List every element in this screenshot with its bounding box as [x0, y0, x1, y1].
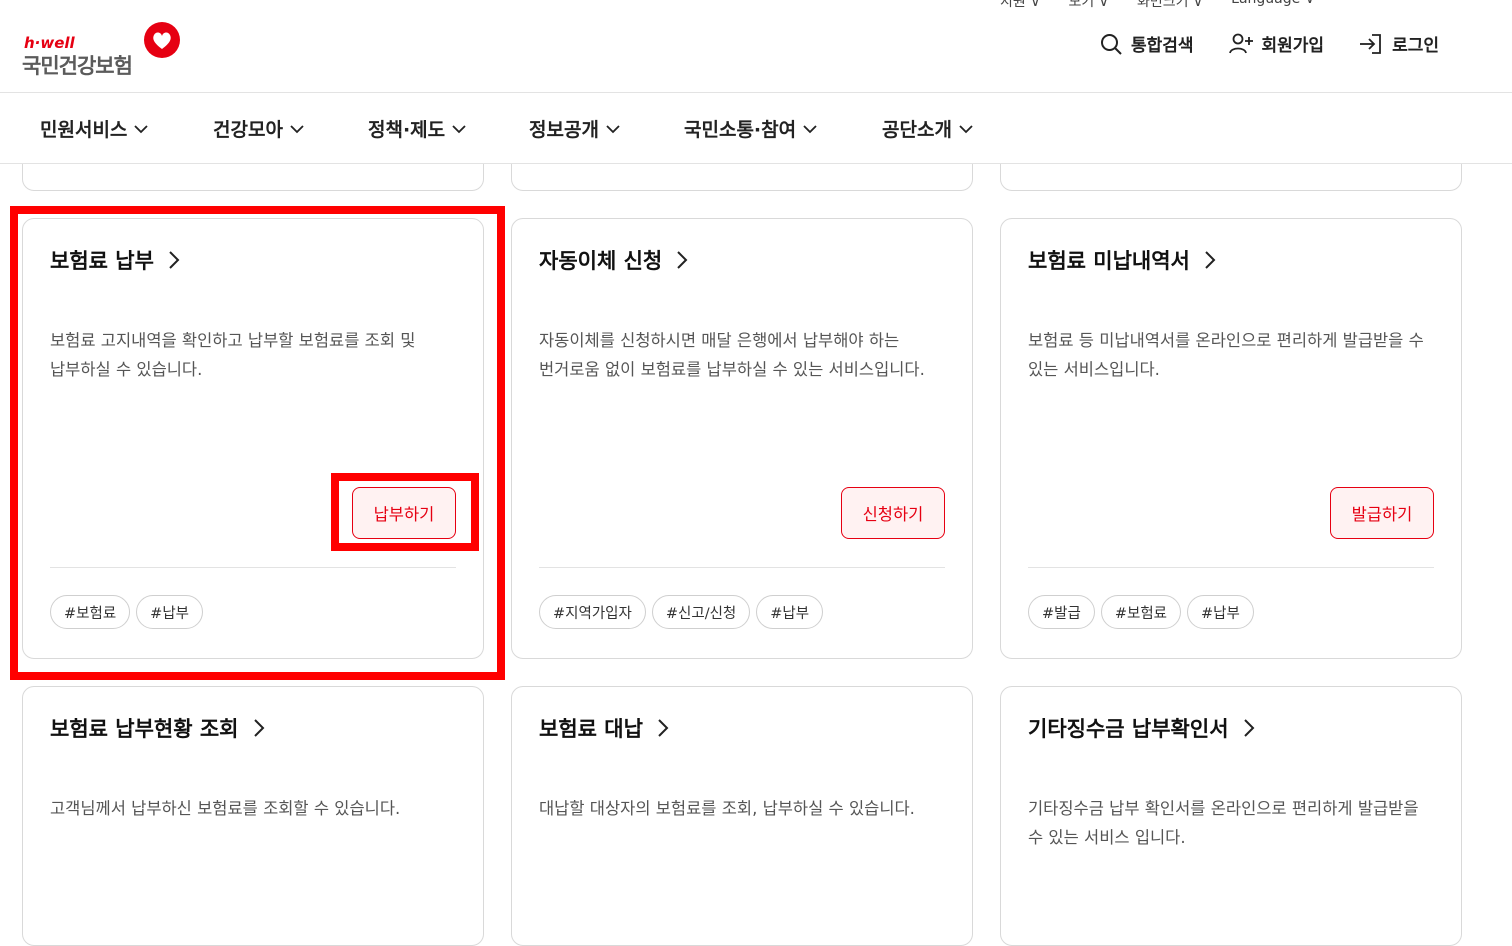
card-title: 보험료 대납 — [539, 717, 643, 741]
heart-logo-icon — [144, 22, 180, 58]
search-icon — [1100, 33, 1122, 55]
tag-chip[interactable]: #발급 — [1028, 595, 1095, 629]
card-description: 보험료 고지내역을 확인하고 납부할 보험료를 조회 및 납부하실 수 있습니다… — [50, 331, 416, 379]
nav-label: 민원서비스 — [40, 119, 128, 141]
issue-button[interactable]: 발급하기 — [1330, 487, 1434, 539]
logo[interactable]: h·well 국민건강보험 — [22, 20, 192, 80]
nav-label: 공단소개 — [882, 119, 952, 141]
card-description: 기타징수금 납부 확인서를 온라인으로 편리하게 발급받을 수 있는 서비스 입… — [1028, 799, 1419, 847]
card-title-link[interactable]: 보험료 납부현황 조회 — [50, 713, 265, 743]
card-title-link[interactable]: 보험료 미납내역서 — [1028, 245, 1216, 275]
card-description: 대납할 대상자의 보험료를 조회, 납부하실 수 있습니다. — [539, 799, 915, 818]
chevron-right-icon — [1243, 719, 1254, 737]
nav-communication[interactable]: 국민소통·참여 — [684, 115, 817, 142]
chevron-down-icon — [606, 124, 620, 133]
nav-civil-service[interactable]: 민원서비스 — [40, 115, 149, 142]
tag-chip[interactable]: #납부 — [136, 595, 204, 629]
nav-label: 국민소통·참여 — [684, 119, 797, 141]
chevron-down-icon — [959, 124, 973, 133]
login-icon — [1360, 33, 1381, 54]
chevron-down-icon — [134, 124, 149, 133]
divider — [539, 567, 945, 568]
card-title-link[interactable]: 자동이체 신청 — [539, 245, 688, 275]
main-nav-overlay: 민원서비스 건강모아 정책·제도 정보공개 국민소통·참여 공단소개 — [0, 93, 1512, 163]
card-unpaid-statement: 보험료 미납내역서 보험료 등 미납내역서를 온라인으로 편리하게 발급받을 수… — [1000, 218, 1462, 659]
nav-policy[interactable]: 정책·제도 — [368, 115, 466, 142]
card-payment-status: 보험료 납부현황 조회 고객님께서 납부하신 보험료를 조회할 수 있습니다. — [22, 686, 484, 946]
nav-health[interactable]: 건강모아 — [213, 115, 304, 142]
tag-chip[interactable]: #지역가입자 — [539, 595, 646, 629]
chevron-down-icon — [803, 124, 817, 133]
card-title: 보험료 납부 — [50, 249, 154, 273]
nav-label: 건강모아 — [213, 119, 283, 141]
card-title-link[interactable]: 기타징수금 납부확인서 — [1028, 713, 1255, 743]
card-description: 보험료 등 미납내역서를 온라인으로 편리하게 발급받을 수 있는 서비스입니다… — [1028, 331, 1424, 379]
search-link[interactable]: 통합검색 — [1099, 31, 1194, 56]
card-title-link[interactable]: 보험료 납부 — [50, 245, 180, 275]
logo-name: 국민건강보험 — [22, 54, 133, 78]
pay-button[interactable]: 납부하기 — [352, 487, 456, 539]
nav-label: 정보공개 — [529, 119, 599, 141]
card-other-collection: 기타징수금 납부확인서 기타징수금 납부 확인서를 온라인으로 편리하게 발급받… — [1000, 686, 1462, 946]
card-title: 기타징수금 납부확인서 — [1028, 717, 1229, 741]
nav-about[interactable]: 공단소개 — [882, 115, 973, 142]
tag-chip[interactable]: #납부 — [1187, 595, 1254, 629]
join-link[interactable]: 회원가입 — [1228, 31, 1325, 56]
chevron-right-icon — [658, 719, 669, 737]
tag-chip[interactable]: #보험료 — [50, 595, 131, 629]
divider — [1028, 567, 1434, 568]
divider — [50, 567, 456, 568]
card-premium-payment: 보험료 납부 보험료 고지내역을 확인하고 납부할 보험료를 조회 및 납부하실… — [22, 218, 484, 659]
tag-chip[interactable]: #납부 — [756, 595, 824, 629]
nav-info[interactable]: 정보공개 — [529, 115, 620, 142]
chevron-right-icon — [677, 251, 688, 269]
nav-label: 정책·제도 — [368, 119, 446, 141]
card-description: 고객님께서 납부하신 보험료를 조회할 수 있습니다. — [50, 799, 401, 818]
tag-list: #발급 #보험료 #납부 — [1028, 595, 1254, 629]
add-user-icon — [1228, 33, 1253, 53]
card-title-link[interactable]: 보험료 대납 — [539, 713, 669, 743]
login-link-label: 로그인 — [1392, 36, 1439, 56]
tag-chip[interactable]: #보험료 — [1100, 595, 1182, 629]
tag-list: #지역가입자 #신고/신청 #납부 — [539, 595, 824, 629]
search-link-label: 통합검색 — [1130, 36, 1194, 56]
card-title: 보험료 납부현황 조회 — [50, 717, 239, 741]
login-link[interactable]: 로그인 — [1358, 31, 1439, 56]
chevron-right-icon — [1205, 251, 1216, 269]
chevron-down-icon — [290, 124, 304, 133]
apply-button[interactable]: 신청하기 — [841, 487, 945, 539]
card-description: 자동이체를 신청하시면 매달 은행에서 납부해야 하는 번거로움 없이 보험료를… — [539, 331, 925, 379]
card-proxy-payment: 보험료 대납 대납할 대상자의 보험료를 조회, 납부하실 수 있습니다. — [511, 686, 973, 946]
card-auto-transfer: 자동이체 신청 자동이체를 신청하시면 매달 은행에서 납부해야 하는 번거로움… — [511, 218, 973, 659]
chevron-down-icon — [452, 124, 466, 133]
card-title: 보험료 미납내역서 — [1028, 249, 1190, 273]
site-header: h·well 국민건강보험 통합검색 회원가입 로그인 — [0, 0, 1512, 93]
tag-chip[interactable]: #신고/신청 — [651, 595, 751, 629]
chevron-right-icon — [253, 719, 264, 737]
join-link-label: 회원가입 — [1261, 36, 1325, 56]
tag-list: #보험료 #납부 — [50, 595, 204, 629]
card-title: 자동이체 신청 — [539, 249, 663, 273]
header-links: 통합검색 회원가입 로그인 — [1099, 31, 1439, 56]
chevron-right-icon — [169, 251, 180, 269]
